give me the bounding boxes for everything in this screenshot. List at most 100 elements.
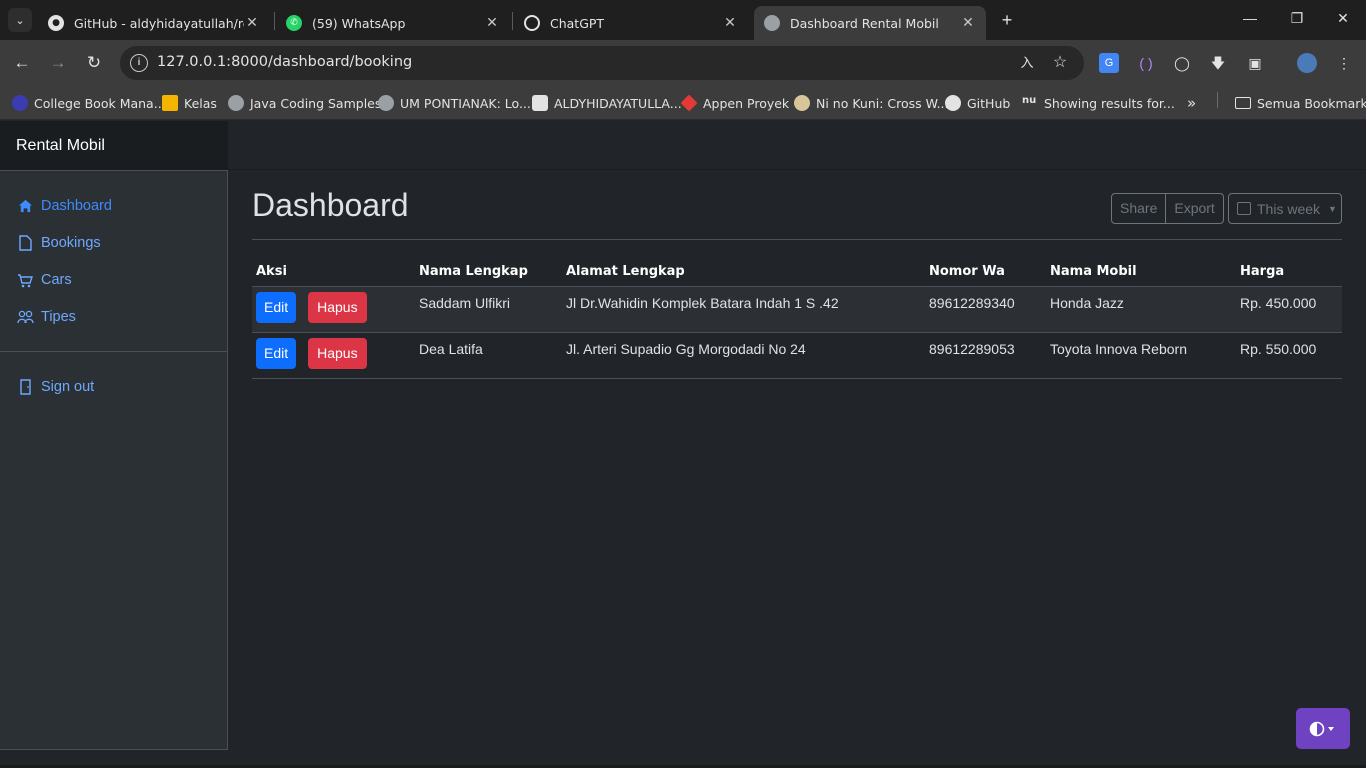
site-info-icon[interactable]: i (130, 54, 148, 72)
ninokuni-icon (794, 95, 810, 111)
google-translate-icon[interactable]: G (1099, 53, 1119, 73)
back-icon[interactable]: ← (11, 52, 33, 74)
share-button[interactable]: Share (1111, 193, 1167, 224)
cell-mobil: Toyota Innova Reborn (1046, 332, 1236, 379)
tab-divider (512, 12, 513, 30)
cell-harga: Rp. 550.000 (1236, 332, 1342, 379)
calendar-icon (1237, 202, 1251, 215)
close-icon[interactable]: ✕ (960, 15, 976, 31)
button-group: Share Export (1111, 193, 1224, 224)
bookmark-item[interactable]: College Book Mana... (12, 93, 166, 113)
browser-toolbar: ← → ↻ i 127.0.0.1:8000/dashboard/booking… (0, 40, 1366, 86)
reload-icon[interactable]: ↻ (83, 52, 105, 74)
bookmark-item[interactable]: ALDYHIDAYATULLA... (532, 93, 682, 113)
column-header: Nomor Wa (925, 260, 1046, 287)
sidebar-item-bookings[interactable]: Bookings (16, 231, 101, 255)
chatgpt-icon (532, 95, 548, 111)
page: Rental Mobil Dashboard Bookings Cars Tip… (0, 121, 1366, 768)
url-text[interactable]: 127.0.0.1:8000/dashboard/booking (157, 54, 412, 70)
cell-alamat: Jl. Arteri Supadio Gg Morgodadi No 24 (562, 332, 925, 379)
tab-github[interactable]: ● GitHub - aldyhidayatullah/rental ✕ (38, 6, 270, 40)
sidebar-item-label: Tipes (41, 309, 76, 325)
translate-icon[interactable]: 入 (1017, 53, 1037, 73)
bookmark-label: Appen Proyek (703, 95, 790, 111)
sidebar-item-signout[interactable]: Sign out (16, 375, 94, 399)
delete-button[interactable]: Hapus (308, 337, 367, 369)
bookmark-item[interactable]: Ni no Kuni: Cross W... (794, 93, 949, 113)
classroom-icon (162, 95, 178, 111)
caret-down-icon: ▼ (1328, 203, 1337, 214)
bookmark-item[interactable]: GitHub (945, 93, 1010, 113)
bookmark-label: GitHub (967, 95, 1011, 111)
bookmark-label: Ni no Kuni: Cross W... (816, 95, 949, 111)
more-bookmarks-icon[interactable]: » (1187, 93, 1196, 113)
shield-icon[interactable]: ◯ (1172, 53, 1192, 73)
tab-divider (274, 12, 275, 30)
delete-button[interactable]: Hapus (308, 291, 367, 323)
restore-icon[interactable]: ❐ (1287, 10, 1307, 27)
sidebar: Dashboard Bookings Cars Tipes Sign out (0, 170, 228, 750)
github-icon: ● (48, 15, 64, 31)
browser-tab-bar: ⌄ ● GitHub - aldyhidayatullah/rental ✕ ✆… (0, 0, 1366, 40)
close-icon[interactable]: ✕ (244, 15, 260, 31)
contrast-icon (1309, 721, 1334, 736)
bookmark-label: UM PONTIANAK: Lo... (400, 95, 531, 111)
tab-title: Dashboard Rental Mobil (790, 15, 939, 31)
appen-icon (680, 94, 698, 112)
bookmark-item[interactable]: UM PONTIANAK: Lo... (378, 93, 531, 113)
bookmarks-bar: College Book Mana... Kelas Java Coding S… (0, 86, 1366, 120)
new-tab-icon[interactable]: + (996, 9, 1018, 31)
all-bookmarks[interactable]: Semua Bookmark (1235, 93, 1366, 113)
table-header-row: Aksi Nama Lengkap Alamat Lengkap Nomor W… (252, 260, 1342, 287)
bookmark-item[interactable]: Java Coding Samples (228, 93, 381, 113)
tab-chatgpt[interactable]: ChatGPT ✕ (514, 6, 748, 40)
edit-button[interactable]: Edit (256, 337, 297, 369)
close-window-icon[interactable]: ✕ (1333, 10, 1353, 27)
bookmark-item[interactable]: nu Showing results for... (1022, 93, 1175, 113)
close-icon[interactable]: ✕ (484, 15, 500, 31)
extension-icon[interactable]: ( ) (1136, 53, 1156, 73)
bookmark-item[interactable]: Appen Proyek (680, 93, 790, 113)
cell-nama: Dea Latifa (415, 332, 562, 379)
period-dropdown[interactable]: This week ▼ (1228, 193, 1342, 224)
tab-dashboard[interactable]: Dashboard Rental Mobil ✕ (754, 6, 986, 40)
tab-search-icon[interactable]: ⌄ (8, 8, 32, 32)
sidebar-item-cars[interactable]: Cars (16, 268, 72, 292)
column-header: Harga (1236, 260, 1342, 287)
brand[interactable]: Rental Mobil (0, 121, 228, 170)
cell-alamat: Jl Dr.Wahidin Komplek Batara Indah 1 S .… (562, 286, 925, 333)
edit-button[interactable]: Edit (256, 291, 297, 323)
sidebar-item-label: Cars (41, 272, 72, 288)
door-icon (16, 378, 34, 396)
nu-icon: nu (1022, 95, 1037, 106)
minimize-icon[interactable]: — (1240, 10, 1260, 26)
folder-icon (1235, 97, 1251, 109)
export-button[interactable]: Export (1166, 193, 1224, 224)
tab-whatsapp[interactable]: ✆ (59) WhatsApp ✕ (276, 6, 510, 40)
sidebar-item-tipes[interactable]: Tipes (16, 305, 76, 329)
menu-kebab-icon[interactable]: ⋮ (1334, 53, 1354, 73)
all-bookmarks-label: Semua Bookmark (1257, 95, 1366, 111)
top-navbar (228, 121, 1366, 170)
bookmark-item[interactable]: Kelas (162, 93, 217, 113)
avatar[interactable] (1297, 53, 1317, 73)
table-row: Edit Hapus Saddam Ulfikri Jl Dr.Wahidin K… (252, 286, 1342, 333)
address-bar[interactable]: i 127.0.0.1:8000/dashboard/booking 入 ☆ (120, 46, 1084, 80)
column-header: Nama Mobil (1046, 260, 1236, 287)
house-icon (16, 197, 34, 215)
forward-icon[interactable]: → (47, 52, 69, 74)
whatsapp-icon: ✆ (286, 15, 302, 31)
close-icon[interactable]: ✕ (722, 15, 738, 31)
column-header: Alamat Lengkap (562, 260, 925, 287)
download-icon[interactable]: 🡇 (1208, 53, 1228, 73)
sidebar-item-dashboard[interactable]: Dashboard (16, 194, 112, 218)
star-icon[interactable]: ☆ (1050, 53, 1070, 73)
column-header: Nama Lengkap (415, 260, 562, 287)
sidebar-item-label: Bookings (41, 235, 101, 251)
theme-toggle-button[interactable] (1296, 708, 1350, 749)
file-icon (16, 234, 34, 252)
tab-title: (59) WhatsApp (312, 15, 406, 31)
bookmark-divider (1217, 92, 1218, 108)
people-icon (16, 308, 34, 326)
extensions-puzzle-icon[interactable]: ▣ (1245, 53, 1265, 73)
